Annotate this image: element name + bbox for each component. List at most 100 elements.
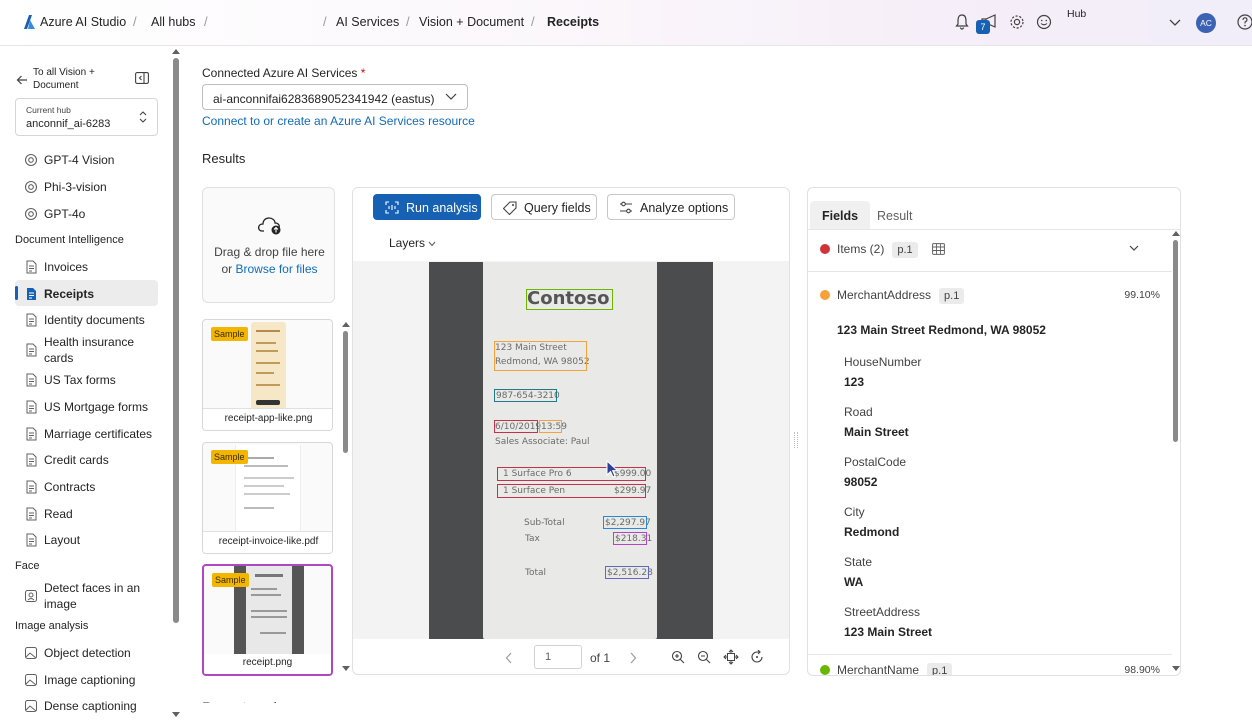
- sidebar-scrollbar[interactable]: [173, 58, 179, 623]
- user-avatar[interactable]: AC: [1196, 13, 1216, 33]
- document-filled-icon: [27, 288, 36, 300]
- settings-gear-icon[interactable]: [1008, 13, 1026, 31]
- sidebar-item-phi3-vision[interactable]: Phi-3-vision: [15, 179, 158, 195]
- document-icon: [26, 533, 37, 547]
- collapse-panel-icon[interactable]: [135, 72, 149, 84]
- tab-fields[interactable]: Fields: [810, 201, 871, 229]
- merchant-name-confidence: 98.90%: [1124, 664, 1160, 676]
- subfield-name-house-number: HouseNumber: [844, 355, 922, 369]
- hub-caption: Current hub: [26, 105, 71, 115]
- item1-box: [497, 467, 646, 481]
- table-icon[interactable]: [932, 243, 945, 255]
- cloud-upload-icon: [257, 217, 281, 235]
- sample-thumbnail-receipt-selected[interactable]: Sample receipt.png: [202, 564, 333, 676]
- help-icon[interactable]: [1236, 13, 1252, 31]
- sidebar-item-label: Object detection: [44, 646, 131, 660]
- merchant-name-label: MerchantName: [837, 663, 920, 676]
- chevron-down-icon[interactable]: [1129, 245, 1139, 252]
- run-analysis-button[interactable]: Run analysis: [373, 194, 481, 220]
- sidebar-item-image-captioning[interactable]: Image captioning: [15, 672, 158, 688]
- tab-result[interactable]: Result: [865, 201, 924, 229]
- sidebar-item-label: Image captioning: [44, 673, 136, 687]
- fields-scroll-down-icon[interactable]: [1172, 666, 1180, 672]
- breadcrumb-separator: /: [204, 14, 208, 29]
- thumbnails-scrollbar[interactable]: [343, 331, 348, 453]
- sidebar-item-label: Credit cards: [44, 453, 109, 467]
- receipt-photo: Contoso 123 Main Street Redmond, WA 9805…: [429, 262, 713, 639]
- connected-services-dropdown[interactable]: ai-anconnifai6283689052341942 (eastus): [202, 84, 468, 110]
- receipt-tax-label: Tax: [525, 534, 540, 544]
- address-label-group: MerchantAddress p.1: [837, 288, 965, 304]
- thumbnails-scroll-down-icon[interactable]: [342, 666, 350, 672]
- sidebar-item-layout[interactable]: Layout: [15, 532, 158, 548]
- brand-name[interactable]: Azure AI Studio: [40, 15, 126, 29]
- browse-files-link[interactable]: Browse for files: [235, 262, 317, 276]
- query-fields-button[interactable]: Query fields: [491, 194, 597, 220]
- chevron-down-icon: [428, 241, 436, 247]
- breadcrumb-separator: /: [133, 14, 137, 29]
- thumbnail-filename: receipt-app-like.png: [203, 408, 332, 430]
- breadcrumb-vision-document[interactable]: Vision + Document: [419, 15, 524, 29]
- sidebar-item-invoices[interactable]: Invoices: [15, 259, 158, 275]
- subfield-name-road: Road: [844, 405, 873, 419]
- chevron-down-icon[interactable]: [1166, 13, 1184, 31]
- sidebar-item-label: Read: [44, 507, 73, 521]
- panel-resize-handle[interactable]: [794, 432, 798, 448]
- upload-dropzone[interactable]: Drag & drop file here or Browse for file…: [202, 187, 335, 303]
- fields-scrollbar[interactable]: [1173, 240, 1178, 442]
- rotate-icon[interactable]: [750, 650, 764, 664]
- current-hub-selector[interactable]: Current hub anconnif_ai-6283: [15, 98, 158, 136]
- merchant-name-field[interactable]: MerchantName p.1 98.90%: [808, 655, 1172, 676]
- sample-thumbnail-invoice-receipt[interactable]: Sample receipt-invoice-like.pdf: [202, 442, 333, 554]
- scroll-down-arrow-icon[interactable]: [172, 712, 180, 718]
- sidebar-item-object-detection[interactable]: Object detection: [15, 645, 158, 661]
- page-count: of 1: [590, 651, 611, 665]
- items-field-row[interactable]: Items (2) p.1: [808, 230, 1172, 272]
- previous-page-icon[interactable]: [505, 652, 513, 664]
- document-icon: [26, 373, 37, 387]
- sidebar-item-detect-faces[interactable]: Detect faces in an image: [15, 580, 158, 612]
- sidebar-item-health-insurance[interactable]: Health insurance cards: [15, 334, 158, 366]
- sidebar-item-label: Detect faces in an image: [44, 581, 141, 611]
- next-page-icon[interactable]: [629, 652, 637, 664]
- sidebar-item-gpt4o[interactable]: GPT-4o: [15, 206, 158, 222]
- bell-icon[interactable]: [953, 13, 971, 31]
- thumbnails-scroll-up-icon[interactable]: [342, 321, 350, 327]
- merchant-address-field[interactable]: MerchantAddress p.1 99.10% 123 Main Stree…: [808, 272, 1172, 672]
- page-number-input[interactable]: 1: [534, 645, 582, 669]
- items-label-group: Items (2) p.1: [837, 242, 918, 258]
- sample-thumbnail-app-receipt[interactable]: Sample receipt-app-like.png: [202, 319, 333, 431]
- smiley-feedback-icon[interactable]: [1035, 13, 1053, 31]
- document-canvas[interactable]: Contoso 123 Main Street Redmond, WA 9805…: [353, 261, 789, 639]
- model-icon: [24, 153, 38, 167]
- main-content: Connected Azure AI Services * ai-anconni…: [182, 46, 1252, 721]
- sidebar-item-contracts[interactable]: Contracts: [15, 479, 158, 495]
- subfield-name-state: State: [844, 555, 873, 569]
- fields-scroll-up-icon[interactable]: [1172, 230, 1180, 236]
- sidebar-item-us-mortgage-forms[interactable]: US Mortgage forms: [15, 399, 158, 415]
- analyze-options-button[interactable]: Analyze options: [607, 194, 735, 220]
- layers-dropdown[interactable]: Layers: [389, 236, 436, 250]
- connect-resource-link[interactable]: Connect to or create an Azure AI Service…: [202, 114, 475, 128]
- fit-to-page-icon[interactable]: [723, 649, 739, 665]
- sidebar-item-credit-cards[interactable]: Credit cards: [15, 452, 158, 468]
- thumbnail-preview: [251, 322, 286, 410]
- chevron-up-down-icon: [139, 111, 147, 123]
- breadcrumb-all-hubs[interactable]: All hubs: [151, 15, 195, 29]
- sidebar-item-marriage-certificates[interactable]: Marriage certificates: [15, 426, 158, 442]
- zoom-out-icon[interactable]: [697, 650, 711, 664]
- azure-logo-icon: [24, 15, 35, 29]
- zoom-in-icon[interactable]: [671, 650, 685, 664]
- sidebar-item-us-tax-forms[interactable]: US Tax forms: [15, 372, 158, 388]
- sidebar-item-dense-captioning[interactable]: Dense captioning: [15, 698, 158, 714]
- sidebar-item-gpt4-vision[interactable]: GPT-4 Vision: [15, 152, 158, 168]
- section-face: Face: [15, 560, 40, 572]
- scroll-up-arrow-icon[interactable]: [172, 48, 180, 54]
- breadcrumb-ai-services[interactable]: AI Services: [336, 15, 399, 29]
- back-label-line1: To all Vision +: [33, 67, 95, 78]
- sidebar-item-read[interactable]: Read: [15, 506, 158, 522]
- sidebar-item-receipts[interactable]: Receipts: [15, 286, 158, 302]
- document-icon: [26, 427, 37, 441]
- upload-browse-line: or Browse for files: [203, 262, 336, 276]
- sidebar-item-identity-documents[interactable]: Identity documents: [15, 312, 158, 328]
